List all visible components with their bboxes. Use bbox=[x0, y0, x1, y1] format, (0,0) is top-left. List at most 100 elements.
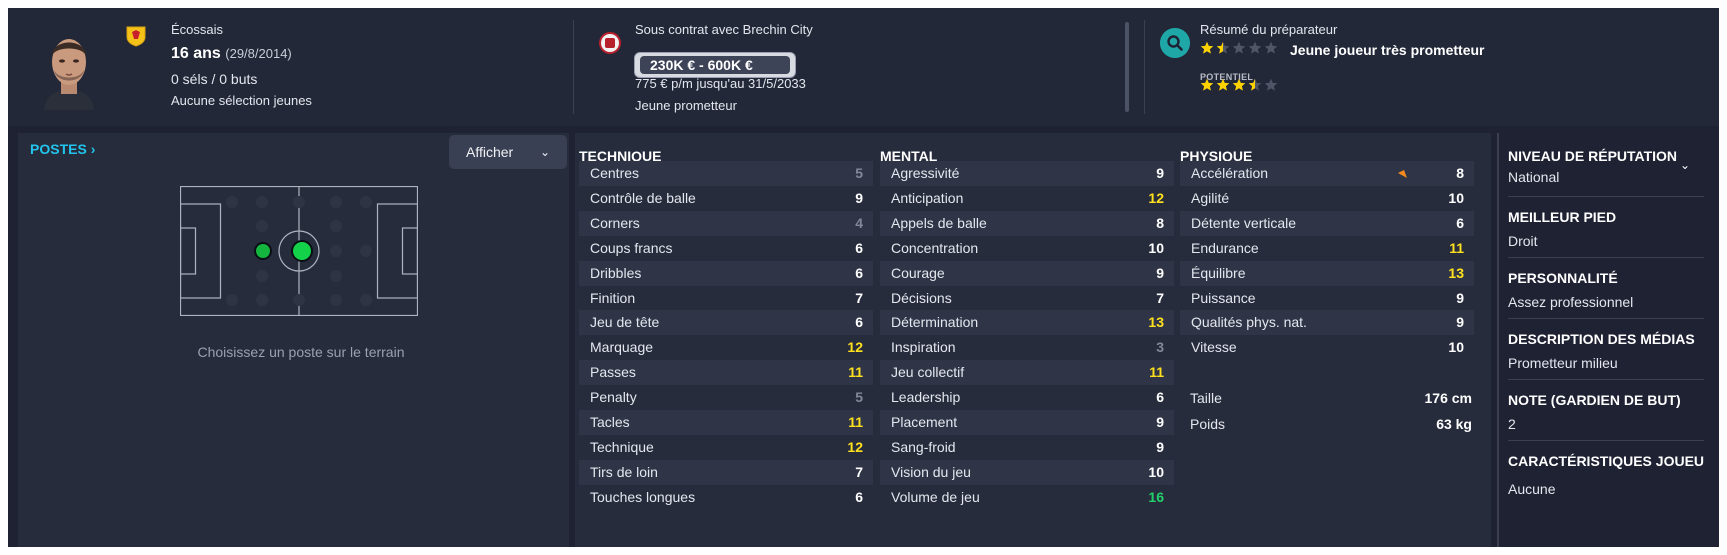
height-label: Taille bbox=[1190, 390, 1222, 406]
attribute-row[interactable]: Qualités phys. nat. 9 bbox=[1180, 310, 1474, 336]
attribute-row[interactable]: Contrôle de balle 9 bbox=[579, 186, 873, 211]
attribute-value: 11 bbox=[848, 364, 863, 381]
nationality: Écossais bbox=[171, 22, 224, 37]
star-icon bbox=[1264, 78, 1278, 91]
attribute-row[interactable]: Sang-froid 9 bbox=[880, 435, 1174, 460]
attribute-row[interactable]: Centres 5 bbox=[579, 161, 873, 186]
goalkeeper-rating-title: NOTE (GARDIEN DE BUT) bbox=[1508, 392, 1681, 408]
attribute-name: Dribbles bbox=[590, 264, 642, 281]
star-icon bbox=[1248, 41, 1262, 54]
age-line: 16 ans (29/8/2014) bbox=[171, 45, 292, 63]
attribute-row[interactable]: Puissance 9 bbox=[1180, 286, 1474, 311]
attribute-row[interactable]: Jeu de tête 6 bbox=[579, 310, 873, 336]
attribute-name: Jeu de tête bbox=[590, 314, 660, 331]
attribute-row[interactable]: Penalty 5 bbox=[579, 385, 873, 410]
attribute-value: 10 bbox=[1148, 239, 1164, 256]
transfer-value-pill[interactable]: 230K € - 600K € bbox=[634, 52, 796, 78]
attribute-row[interactable]: Détente verticale 6 bbox=[1180, 210, 1474, 236]
attribute-name: Détente verticale bbox=[1191, 214, 1297, 231]
weight-value: 63 kg bbox=[1436, 416, 1472, 432]
attribute-row[interactable]: Marquage 12 bbox=[579, 335, 873, 360]
chevron-down-icon: ⌄ bbox=[539, 145, 550, 159]
attribute-row[interactable]: Finition 7 bbox=[579, 286, 873, 311]
attribute-name: Appels de balle bbox=[891, 214, 987, 231]
media-description-block: DESCRIPTION DES MÉDIAS Prometteur milieu bbox=[1508, 331, 1704, 371]
attribute-row[interactable]: Agilité 10 bbox=[1180, 186, 1474, 211]
attribute-row[interactable]: Coups francs 6 bbox=[579, 236, 873, 261]
goalkeeper-rating-block: NOTE (GARDIEN DE BUT) 2 bbox=[1508, 392, 1704, 432]
attribute-row[interactable]: Accélération 8 bbox=[1180, 161, 1474, 186]
attribute-name: Détermination bbox=[891, 314, 979, 331]
attribute-value: 11 bbox=[1149, 364, 1164, 381]
attribute-row[interactable]: Leadership 6 bbox=[880, 385, 1174, 410]
current-ability-stars bbox=[1200, 41, 1280, 58]
attribute-name: Tacles bbox=[590, 414, 630, 430]
attribute-value: 11 bbox=[1449, 239, 1464, 256]
attribute-row[interactable]: Inspiration 3 bbox=[880, 335, 1174, 360]
attribute-row[interactable]: Touches longues 6 bbox=[579, 485, 873, 510]
attribute-row[interactable]: Équilibre 13 bbox=[1180, 260, 1474, 286]
attribute-value: 10 bbox=[1148, 463, 1164, 480]
position-pitch[interactable] bbox=[180, 186, 418, 316]
attribute-row[interactable]: Jeu collectif 11 bbox=[880, 360, 1174, 386]
header-scrollbar[interactable] bbox=[1125, 22, 1129, 112]
attribute-row[interactable]: Appels de balle 8 bbox=[880, 210, 1174, 236]
attribute-row[interactable]: Détermination 13 bbox=[880, 310, 1174, 336]
goalkeeper-rating-value: 2 bbox=[1508, 416, 1516, 432]
trend-arrow-icon bbox=[1398, 170, 1407, 178]
attribute-row[interactable]: Agressivité 9 bbox=[880, 161, 1174, 186]
chevron-down-icon[interactable]: ⌄ bbox=[1680, 158, 1690, 172]
attribute-row[interactable]: Anticipation 12 bbox=[880, 186, 1174, 211]
contract-club[interactable]: Sous contrat avec Brechin City bbox=[635, 22, 813, 37]
media-description-title: DESCRIPTION DES MÉDIAS bbox=[1508, 331, 1695, 347]
height-row: Taille 176 cm bbox=[1190, 390, 1472, 406]
attribute-row[interactable]: Vitesse 10 bbox=[1180, 335, 1474, 360]
attribute-row[interactable]: Dribbles 6 bbox=[579, 260, 873, 286]
media-description-value: Prometteur milieu bbox=[1508, 355, 1618, 371]
potential-stars bbox=[1200, 78, 1280, 95]
attribute-value: 9 bbox=[1156, 165, 1164, 181]
star-icon bbox=[1200, 78, 1214, 91]
attribute-value: 13 bbox=[1448, 264, 1464, 281]
attribute-row[interactable]: Placement 9 bbox=[880, 410, 1174, 435]
attribute-row[interactable]: Tacles 11 bbox=[579, 410, 873, 435]
star-icon bbox=[1248, 78, 1262, 91]
preferred-foot-title: MEILLEUR PIED bbox=[1508, 209, 1617, 225]
star-icon bbox=[1200, 41, 1214, 54]
attribute-value: 8 bbox=[1456, 165, 1464, 181]
attribute-row[interactable]: Technique 12 bbox=[579, 435, 873, 460]
player-traits-block: CARACTÉRISTIQUES JOUEUR Aucune bbox=[1508, 453, 1704, 497]
nation-badge-icon[interactable] bbox=[125, 25, 147, 47]
attribute-value: 5 bbox=[855, 165, 863, 181]
club-badge-icon[interactable] bbox=[599, 32, 621, 54]
attribute-value: 12 bbox=[847, 339, 863, 356]
attribute-row[interactable]: Courage 9 bbox=[880, 260, 1174, 286]
attribute-value: 12 bbox=[1148, 189, 1164, 206]
header-divider bbox=[573, 20, 574, 114]
attribute-row[interactable]: Décisions 7 bbox=[880, 286, 1174, 311]
attribute-row[interactable]: Vision du jeu 10 bbox=[880, 459, 1174, 485]
reputation-block[interactable]: NIVEAU DE RÉPUTATION National bbox=[1508, 148, 1704, 185]
attribute-row[interactable]: Passes 11 bbox=[579, 360, 873, 386]
positions-link[interactable]: POSTES › bbox=[30, 141, 95, 157]
player-traits-title: CARACTÉRISTIQUES JOUEUR bbox=[1508, 453, 1704, 469]
scout-search-icon[interactable] bbox=[1160, 28, 1190, 58]
attribute-row[interactable]: Concentration 10 bbox=[880, 236, 1174, 261]
show-dropdown-button[interactable]: Afficher ⌄ bbox=[449, 135, 567, 169]
attribute-value: 9 bbox=[1156, 414, 1164, 430]
scout-report-title[interactable]: Résumé du préparateur bbox=[1200, 22, 1337, 37]
reputation-value: National bbox=[1508, 169, 1560, 185]
attribute-name: Touches longues bbox=[590, 488, 696, 505]
info-separator bbox=[1508, 379, 1704, 380]
attribute-value: 3 bbox=[1156, 339, 1164, 356]
attribute-value: 6 bbox=[855, 264, 863, 281]
attribute-row[interactable]: Volume de jeu 16 bbox=[880, 485, 1174, 510]
header-divider bbox=[1144, 20, 1145, 114]
attribute-row[interactable]: Endurance 11 bbox=[1180, 236, 1474, 261]
attribute-row[interactable]: Tirs de loin 7 bbox=[579, 459, 873, 485]
attribute-row[interactable]: Corners 4 bbox=[579, 210, 873, 236]
positions-link-label: POSTES bbox=[30, 141, 87, 157]
info-divider bbox=[1497, 133, 1499, 547]
international-caps: 0 séls / 0 buts bbox=[171, 71, 258, 87]
player-avatar[interactable] bbox=[38, 28, 100, 110]
